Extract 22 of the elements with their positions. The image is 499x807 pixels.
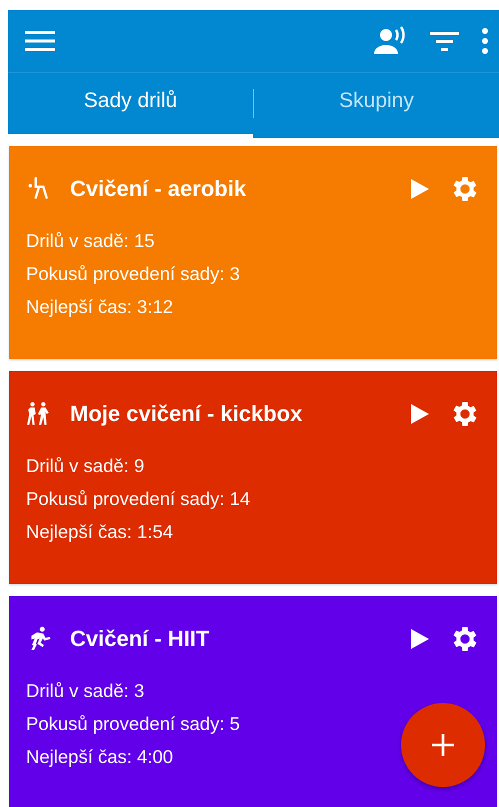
card-stat: Nejlepší čas: 1:54 bbox=[26, 520, 174, 544]
play-icon[interactable] bbox=[411, 404, 429, 424]
tab[interactable]: Sady drilů bbox=[8, 73, 253, 138]
card-stat: Nejlepší čas: 4:00 bbox=[26, 745, 174, 769]
card-stat: Drilů v sadě: 9 bbox=[26, 454, 144, 478]
card-stat: Drilů v sadě: 3 bbox=[26, 679, 144, 703]
filter-icon[interactable] bbox=[430, 30, 459, 52]
card-stat: Pokusů provedení sady: 5 bbox=[26, 712, 240, 736]
card-title: Cvičení - HIIT bbox=[70, 626, 210, 652]
card-stat: Pokusů provedení sady: 3 bbox=[26, 262, 240, 286]
card[interactable]: Cvičení - HIIT Drilů v sadě: 3 Pokusů provedení sady: 5 Nejlepší čas: 4:00 bbox=[9, 596, 497, 807]
play-icon[interactable] bbox=[411, 629, 429, 649]
tab[interactable]: Skupiny bbox=[254, 73, 499, 138]
card-stat: Pokusů provedení sady: 14 bbox=[26, 487, 250, 511]
card-title: Cvičení - aerobik bbox=[70, 176, 248, 202]
plus-icon bbox=[431, 733, 455, 757]
menu-icon[interactable] bbox=[25, 30, 55, 52]
card-title: Moje cvičení - kickbox bbox=[70, 401, 304, 427]
card-stat: Drilů v sadě: 15 bbox=[26, 229, 155, 253]
more-options-icon[interactable] bbox=[481, 27, 489, 55]
card-stat: Nejlepší čas: 3:12 bbox=[26, 295, 174, 319]
card[interactable]: Moje cvičení - kickbox Drilů v sadě: 9 Pokusů provedení sady: 14 Nejlepší čas: 1:54 bbox=[9, 371, 497, 584]
